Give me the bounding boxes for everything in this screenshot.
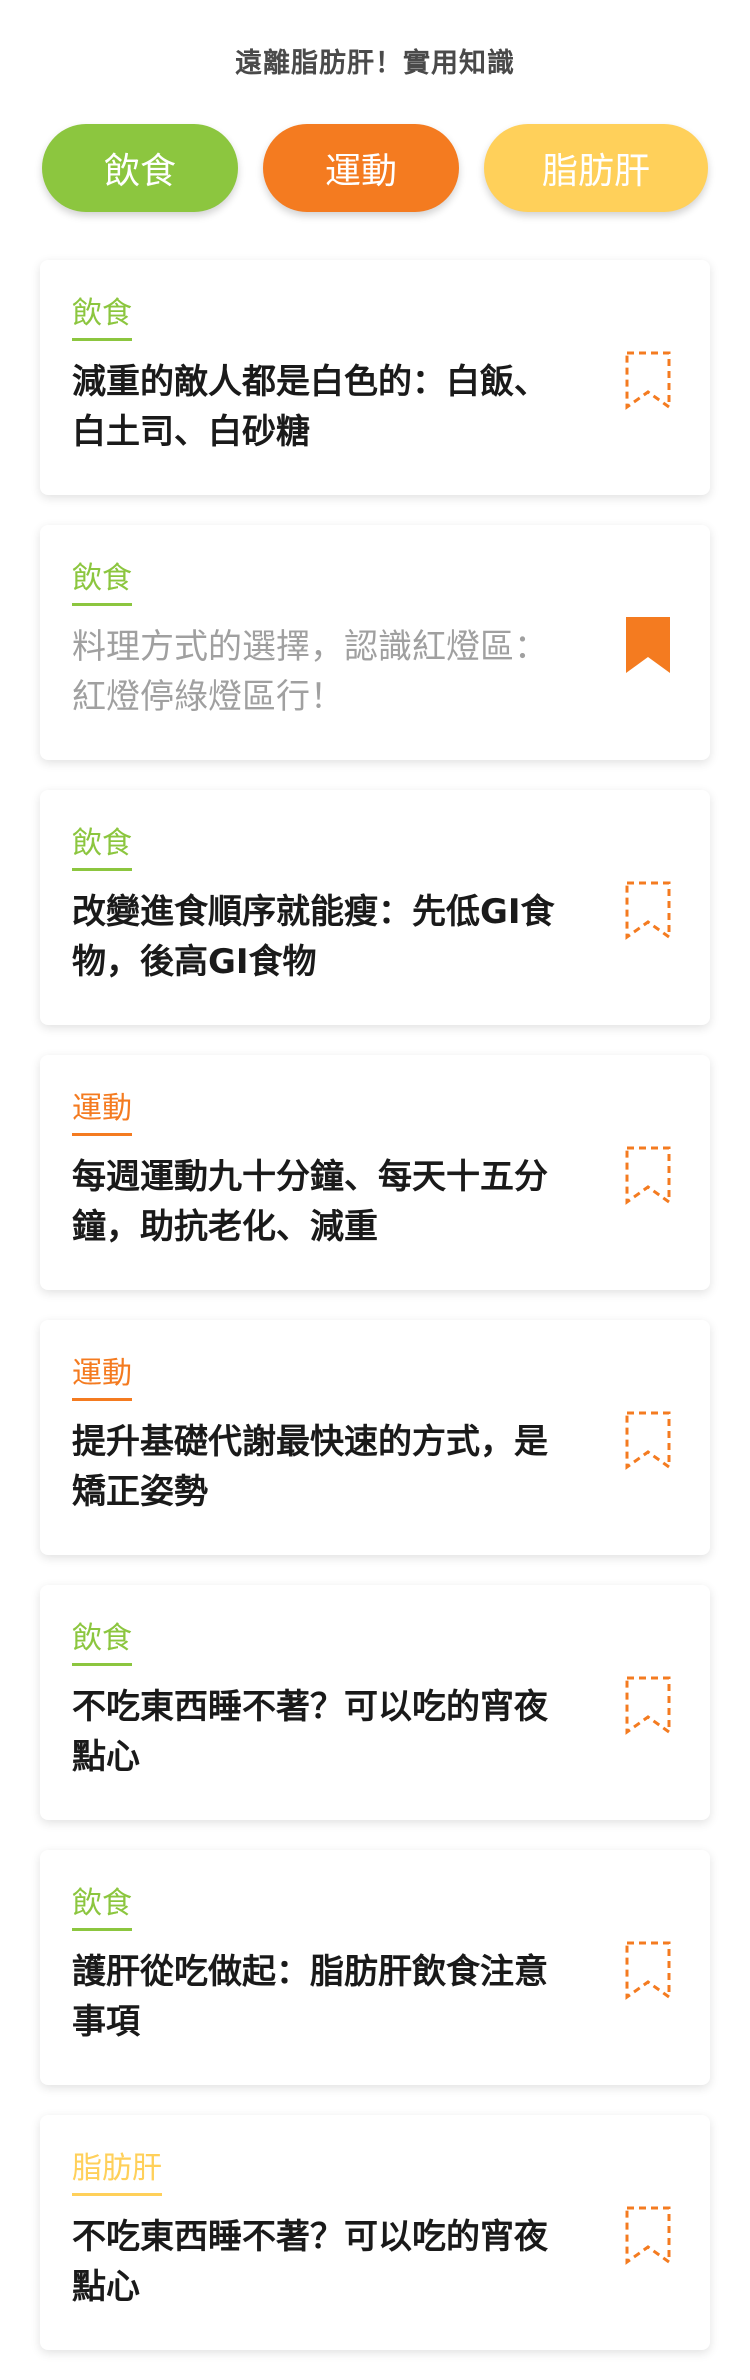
article-category: 飲食 [72, 1613, 132, 1666]
article-card[interactable]: 飲食 不吃東西睡不著？可以吃的宵夜點心 [40, 1585, 710, 1820]
filter-button-food[interactable]: 飲食 [42, 124, 238, 212]
bookmark-outline-icon[interactable] [624, 1145, 672, 1205]
article-card[interactable]: 飲食 改變進食順序就能瘦：先低GI食物，後高GI食物 [40, 790, 710, 1025]
article-title: 護肝從吃做起：脂肪肝飲食注意事項 [72, 1952, 548, 2042]
header: 遠離脂肪肝！實用知識 [0, 0, 750, 124]
page-title: 遠離脂肪肝！實用知識 [235, 48, 515, 79]
article-title: 提升基礎代謝最快速的方式，是矯正姿勢 [72, 1422, 548, 1512]
article-title: 減重的敵人都是白色的：白飯、白土司、白砂糖 [72, 362, 548, 452]
article-category: 飲食 [72, 288, 132, 341]
category-filter-bar: 飲食 運動 脂肪肝 [0, 124, 750, 220]
article-title: 料理方式的選擇，認識紅燈區：紅燈停綠燈區行！ [72, 627, 548, 717]
bookmark-outline-icon[interactable] [624, 350, 672, 410]
article-category: 脂肪肝 [72, 2143, 162, 2196]
article-list: 飲食 減重的敵人都是白色的：白飯、白土司、白砂糖 飲食 料理方式的選擇，認識紅燈… [0, 260, 750, 2350]
article-category: 飲食 [72, 553, 132, 606]
article-category: 飲食 [72, 1878, 132, 1931]
filter-button-exercise[interactable]: 運動 [263, 124, 459, 212]
bookmark-outline-icon[interactable] [624, 2205, 672, 2265]
article-card[interactable]: 運動 每週運動九十分鐘、每天十五分鐘，助抗老化、減重 [40, 1055, 710, 1290]
bookmark-outline-icon[interactable] [624, 880, 672, 940]
article-category: 運動 [72, 1083, 132, 1136]
article-card[interactable]: 運動 提升基礎代謝最快速的方式，是矯正姿勢 [40, 1320, 710, 1555]
article-card[interactable]: 飲食 護肝從吃做起：脂肪肝飲食注意事項 [40, 1850, 710, 2085]
bookmark-outline-icon[interactable] [624, 1675, 672, 1735]
article-category: 飲食 [72, 818, 132, 871]
bookmark-outline-icon[interactable] [624, 1940, 672, 2000]
article-title: 不吃東西睡不著？可以吃的宵夜點心 [72, 1687, 548, 1777]
bookmark-outline-icon[interactable] [624, 1410, 672, 1470]
filter-button-fatty-liver[interactable]: 脂肪肝 [484, 124, 708, 212]
article-title: 每週運動九十分鐘、每天十五分鐘，助抗老化、減重 [72, 1157, 548, 1247]
bookmark-filled-icon[interactable] [624, 615, 672, 675]
article-title: 改變進食順序就能瘦：先低GI食物，後高GI食物 [72, 892, 555, 982]
article-card[interactable]: 脂肪肝 不吃東西睡不著？可以吃的宵夜點心 [40, 2115, 710, 2350]
article-title: 不吃東西睡不著？可以吃的宵夜點心 [72, 2217, 548, 2307]
article-category: 運動 [72, 1348, 132, 1401]
article-card[interactable]: 飲食 料理方式的選擇，認識紅燈區：紅燈停綠燈區行！ [40, 525, 710, 760]
article-card[interactable]: 飲食 減重的敵人都是白色的：白飯、白土司、白砂糖 [40, 260, 710, 495]
